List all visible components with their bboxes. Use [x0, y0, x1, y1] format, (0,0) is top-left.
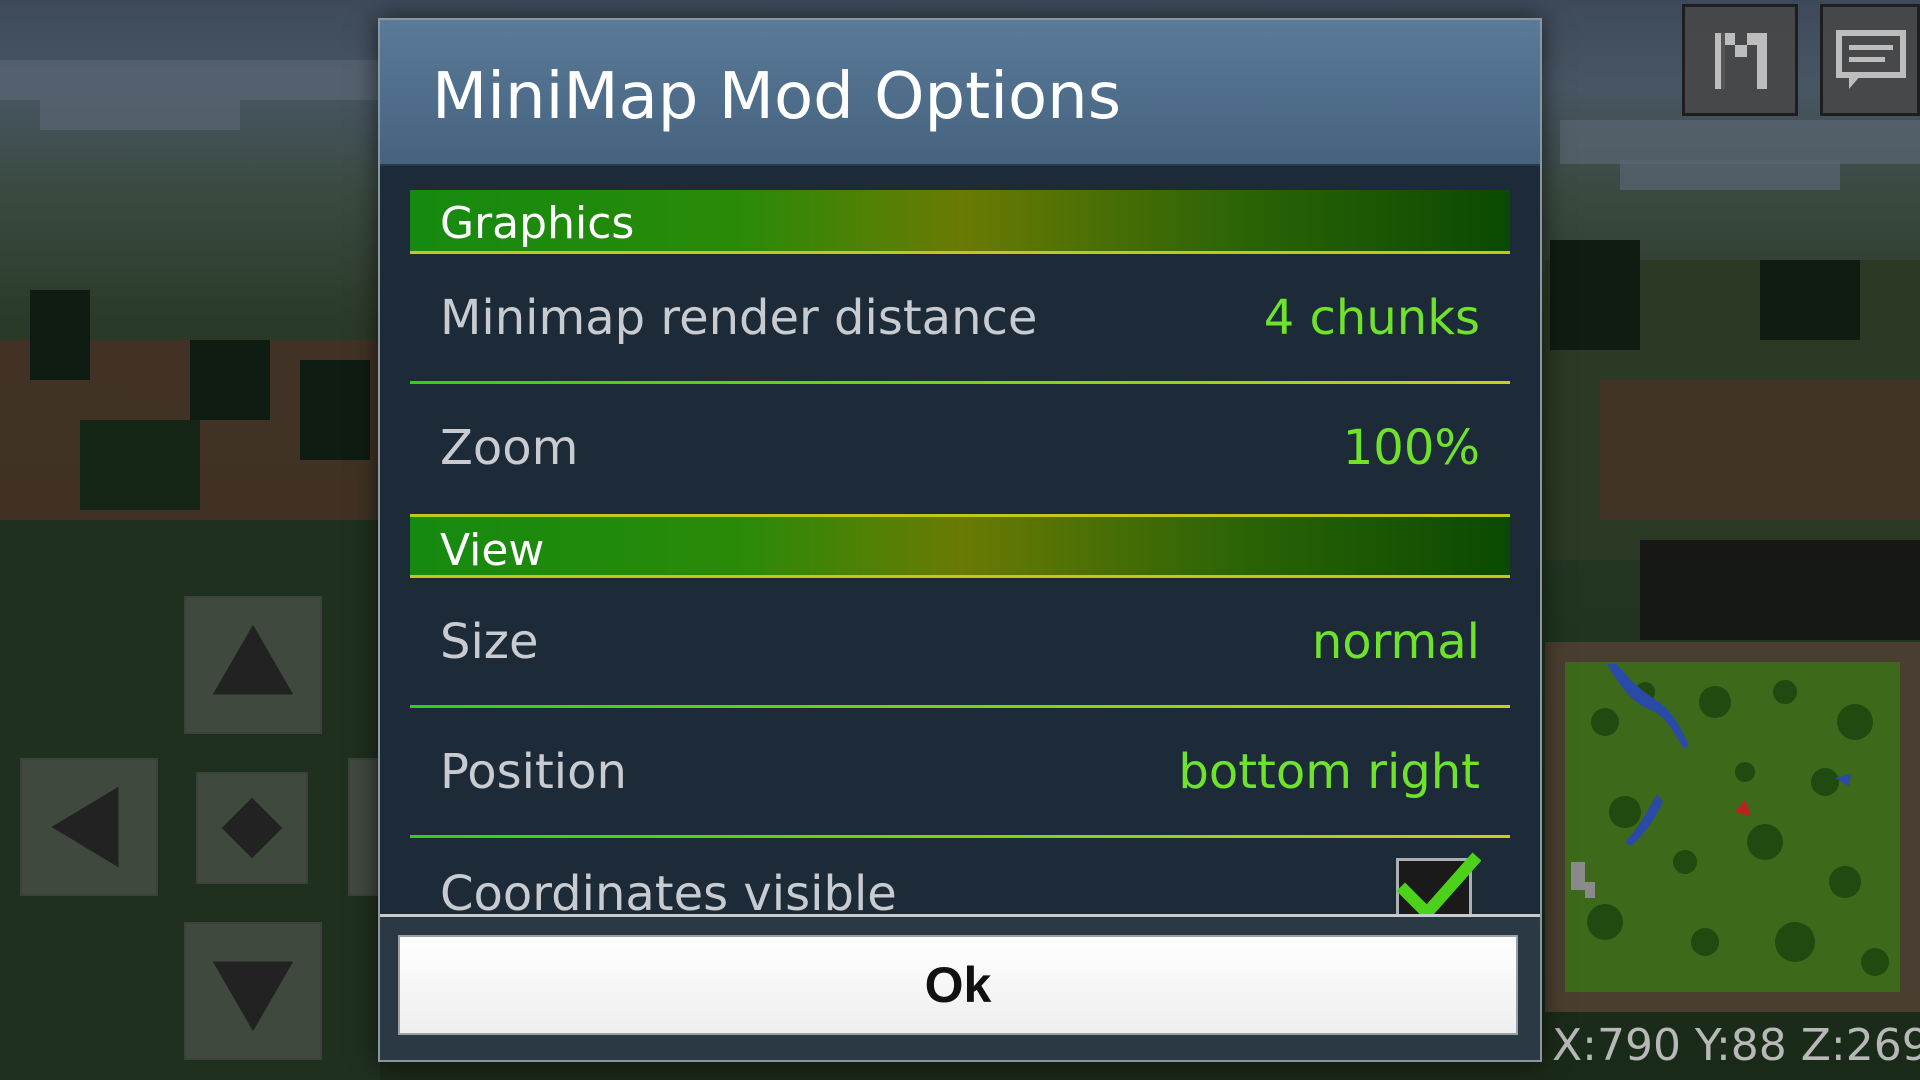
dpad-down-button[interactable]: [184, 922, 322, 1060]
map-m-icon: [1715, 33, 1767, 89]
dialog-header: MiniMap Mod Options: [380, 20, 1540, 166]
arrow-up-icon: [212, 624, 294, 695]
tree: [190, 340, 270, 420]
section-header-view: View: [410, 514, 1510, 578]
minimap-terrain: [1565, 662, 1900, 992]
tree: [1550, 240, 1640, 350]
options-list[interactable]: Graphics Minimap render distance 4 chunk…: [410, 170, 1510, 916]
terrain: [1600, 380, 1920, 520]
dpad-left-button[interactable]: [20, 758, 158, 896]
dpad-right-button[interactable]: [348, 758, 378, 896]
tree: [1760, 260, 1860, 340]
terrain: [1640, 540, 1920, 640]
minimap: [1545, 642, 1920, 1012]
options-dialog: MiniMap Mod Options Graphics Minimap ren…: [378, 18, 1542, 1062]
dialog-title: MiniMap Mod Options: [432, 60, 1122, 134]
tree: [300, 360, 370, 460]
option-label: Minimap render distance: [440, 290, 1038, 346]
tree: [80, 420, 200, 510]
cloud: [1620, 160, 1840, 190]
cloud: [1560, 120, 1920, 164]
option-value: 4 chunks: [1263, 290, 1480, 346]
option-label: Position: [440, 744, 627, 800]
option-row-zoom[interactable]: Zoom 100%: [410, 384, 1510, 514]
option-row-size[interactable]: Size normal: [410, 578, 1510, 708]
chat-button[interactable]: [1820, 4, 1920, 116]
option-value: normal: [1311, 614, 1480, 670]
game-background: X:790 Y:88 Z:269 MiniMap Mod Options Gra…: [0, 0, 1920, 1080]
section-header-label: View: [440, 525, 545, 576]
chat-icon: [1836, 30, 1906, 89]
arrow-left-icon: [51, 786, 119, 868]
option-label: Size: [440, 614, 539, 670]
dpad-up-button[interactable]: [184, 596, 322, 734]
tree: [30, 290, 90, 380]
option-row-coordinates-visible[interactable]: Coordinates visible: [410, 838, 1510, 916]
map-button[interactable]: [1682, 4, 1798, 116]
jump-icon: [221, 797, 283, 859]
option-value: 100%: [1342, 420, 1480, 476]
option-label: Coordinates visible: [440, 866, 897, 916]
option-row-position[interactable]: Position bottom right: [410, 708, 1510, 838]
section-header-label: Graphics: [440, 198, 635, 249]
coordinates-readout: X:790 Y:88 Z:269: [1552, 1020, 1920, 1071]
dpad-jump-button[interactable]: [196, 772, 308, 884]
arrow-right-icon: [350, 760, 376, 894]
dialog-footer: Ok: [380, 914, 1540, 1060]
checkmark-icon: [1396, 852, 1481, 916]
coordinates-visible-checkbox[interactable]: [1396, 852, 1481, 916]
option-label: Zoom: [440, 420, 579, 476]
option-value: bottom right: [1178, 744, 1480, 800]
arrow-down-icon: [212, 961, 294, 1032]
section-header-graphics: Graphics: [410, 190, 1510, 254]
cloud: [0, 60, 380, 100]
ok-button[interactable]: Ok: [398, 935, 1518, 1035]
cloud: [40, 100, 240, 130]
option-row-render-distance[interactable]: Minimap render distance 4 chunks: [410, 254, 1510, 384]
